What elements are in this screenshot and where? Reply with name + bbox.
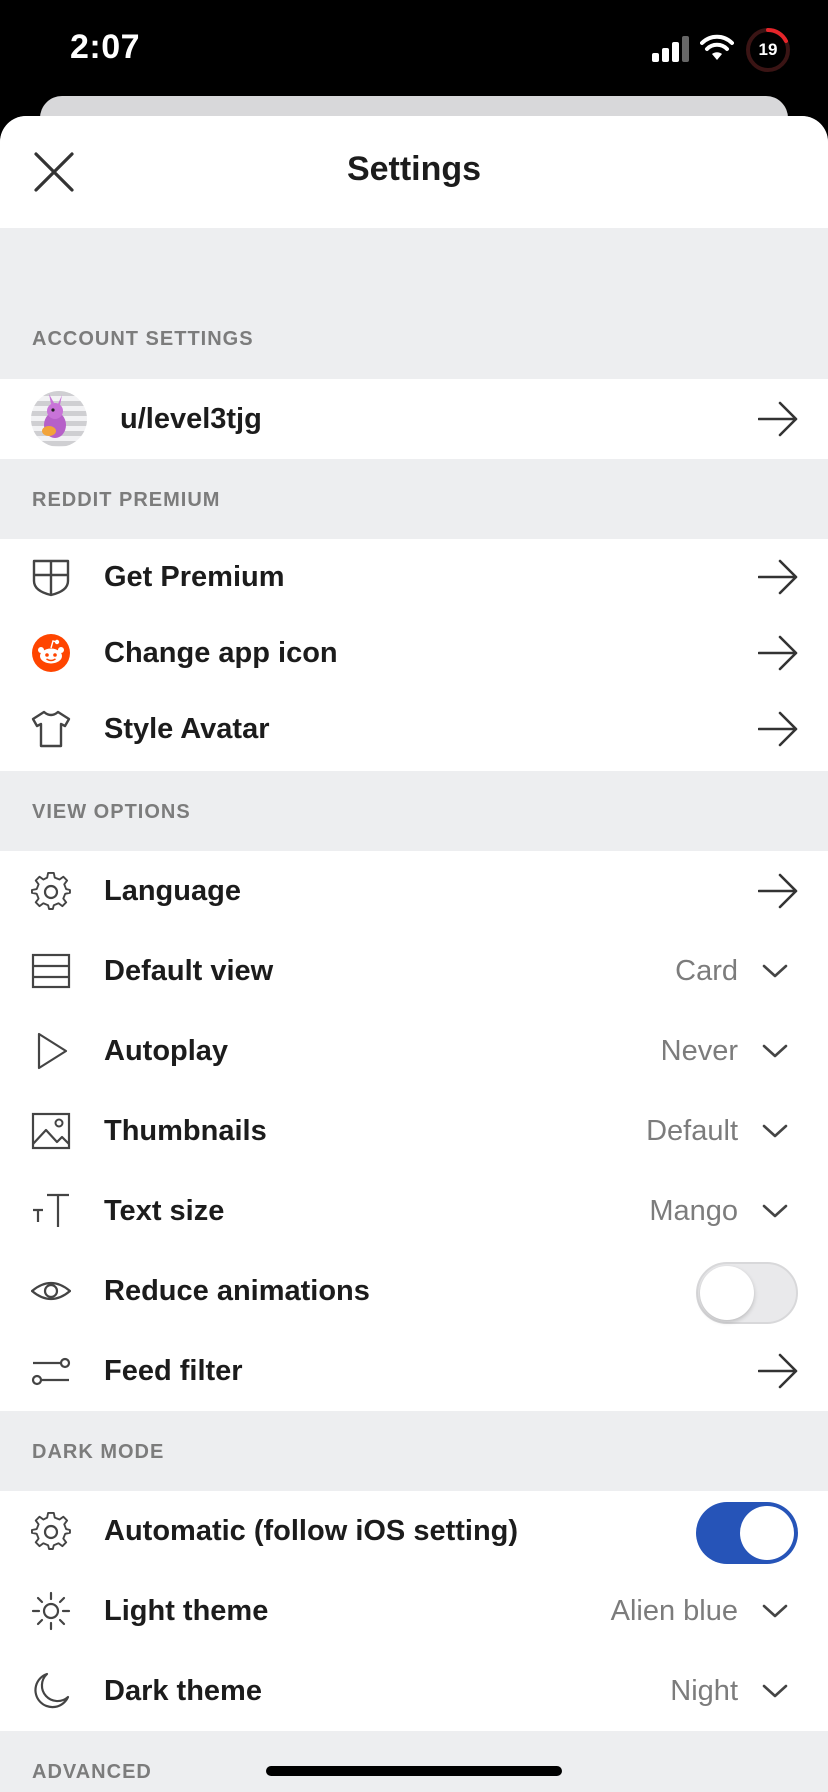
automatic-dark-mode-toggle[interactable] bbox=[696, 1502, 798, 1564]
arrow-right-icon bbox=[758, 873, 798, 909]
text-size-row[interactable]: Text size Mango bbox=[0, 1171, 828, 1251]
premium-group: Get Premium Change app icon Style Avatar bbox=[0, 539, 828, 771]
moon-icon bbox=[34, 1672, 70, 1709]
autoplay-row[interactable]: Autoplay Never bbox=[0, 1011, 828, 1091]
section-label-view: VIEW OPTIONS bbox=[32, 801, 191, 823]
feed-filter-label: Feed filter bbox=[104, 1354, 243, 1387]
feed-filter-row[interactable]: Feed filter bbox=[0, 1331, 828, 1411]
toggle-knob bbox=[700, 1266, 754, 1320]
chevron-down-icon bbox=[762, 1204, 788, 1218]
light-theme-row[interactable]: Light theme Alien blue bbox=[0, 1571, 828, 1651]
arrow-right-icon bbox=[758, 559, 798, 595]
account-username: u/level3tjg bbox=[120, 402, 262, 435]
language-label: Language bbox=[104, 874, 241, 907]
automatic-dark-mode-label: Automatic (follow iOS setting) bbox=[104, 1514, 519, 1547]
gear-icon bbox=[31, 871, 71, 910]
home-indicator bbox=[266, 1766, 562, 1776]
section-label-dark-mode: DARK MODE bbox=[32, 1441, 165, 1463]
dark-mode-group: Automatic (follow iOS setting) Light the… bbox=[0, 1491, 828, 1731]
autoplay-label: Autoplay bbox=[104, 1034, 229, 1067]
text-size-label: Text size bbox=[104, 1194, 225, 1227]
chevron-down-icon bbox=[762, 964, 788, 978]
change-app-icon-row[interactable]: Change app icon bbox=[0, 615, 828, 691]
get-premium-row[interactable]: Get Premium bbox=[0, 539, 828, 615]
image-icon bbox=[31, 1112, 71, 1150]
header: Settings bbox=[0, 116, 828, 228]
shield-icon bbox=[32, 559, 70, 597]
battery-level: 19 bbox=[758, 40, 778, 59]
thumbnails-label: Thumbnails bbox=[104, 1114, 267, 1147]
section-label-premium: REDDIT PREMIUM bbox=[32, 489, 221, 511]
play-icon bbox=[37, 1032, 68, 1070]
reduce-animations-label: Reduce animations bbox=[104, 1274, 370, 1307]
status-bar: 2:07 19 bbox=[0, 0, 828, 96]
avatar bbox=[31, 391, 87, 447]
default-view-label: Default view bbox=[104, 954, 274, 987]
chevron-down-icon bbox=[762, 1684, 788, 1698]
autoplay-value: Never bbox=[660, 1034, 738, 1067]
reduce-animations-row: Reduce animations bbox=[0, 1251, 828, 1331]
arrow-right-icon bbox=[758, 401, 798, 437]
section-label-account: ACCOUNT SETTINGS bbox=[32, 328, 254, 350]
page-title: Settings bbox=[346, 150, 482, 188]
card-view-icon bbox=[31, 953, 71, 989]
wifi-icon bbox=[700, 34, 734, 62]
chevron-down-icon bbox=[762, 1044, 788, 1058]
toggle-knob bbox=[740, 1506, 794, 1560]
reduce-animations-toggle[interactable] bbox=[696, 1262, 798, 1324]
reddit-logo-icon bbox=[32, 634, 70, 672]
settings-sheet: Settings ACCOUNT SETTINGS u/level3tjg RE… bbox=[0, 116, 828, 1792]
light-theme-value: Alien blue bbox=[610, 1594, 738, 1627]
cellular-signal-icon bbox=[652, 36, 690, 62]
account-group: u/level3tjg bbox=[0, 379, 828, 459]
light-theme-label: Light theme bbox=[104, 1594, 269, 1627]
text-size-icon bbox=[33, 1193, 69, 1227]
arrow-right-icon bbox=[758, 1353, 798, 1389]
chevron-down-icon bbox=[762, 1124, 788, 1138]
arrow-right-icon bbox=[758, 711, 798, 747]
style-avatar-row[interactable]: Style Avatar bbox=[0, 691, 828, 767]
text-size-value: Mango bbox=[649, 1194, 738, 1227]
change-app-icon-label: Change app icon bbox=[104, 636, 338, 669]
gear-icon bbox=[31, 1511, 71, 1550]
get-premium-label: Get Premium bbox=[104, 560, 285, 593]
shirt-icon bbox=[31, 710, 71, 748]
arrow-right-icon bbox=[758, 635, 798, 671]
style-avatar-label: Style Avatar bbox=[104, 712, 270, 745]
language-row[interactable]: Language bbox=[0, 851, 828, 931]
dark-theme-value: Night bbox=[670, 1674, 738, 1707]
section-label-advanced: ADVANCED bbox=[32, 1761, 152, 1783]
sun-icon bbox=[31, 1591, 71, 1631]
eye-icon bbox=[31, 1281, 71, 1301]
status-time: 2:07 bbox=[70, 28, 141, 66]
filter-icon bbox=[31, 1357, 71, 1386]
automatic-dark-mode-row: Automatic (follow iOS setting) bbox=[0, 1491, 828, 1571]
view-options-group: Language Default view Card Autoplay Neve… bbox=[0, 851, 828, 1411]
chevron-down-icon bbox=[762, 1604, 788, 1618]
dark-theme-label: Dark theme bbox=[104, 1674, 262, 1707]
default-view-row[interactable]: Default view Card bbox=[0, 931, 828, 1011]
account-row[interactable]: u/level3tjg bbox=[0, 379, 828, 459]
dark-theme-row[interactable]: Dark theme Night bbox=[0, 1651, 828, 1731]
default-view-value: Card bbox=[675, 954, 738, 987]
thumbnails-row[interactable]: Thumbnails Default bbox=[0, 1091, 828, 1171]
thumbnails-value: Default bbox=[646, 1114, 738, 1147]
